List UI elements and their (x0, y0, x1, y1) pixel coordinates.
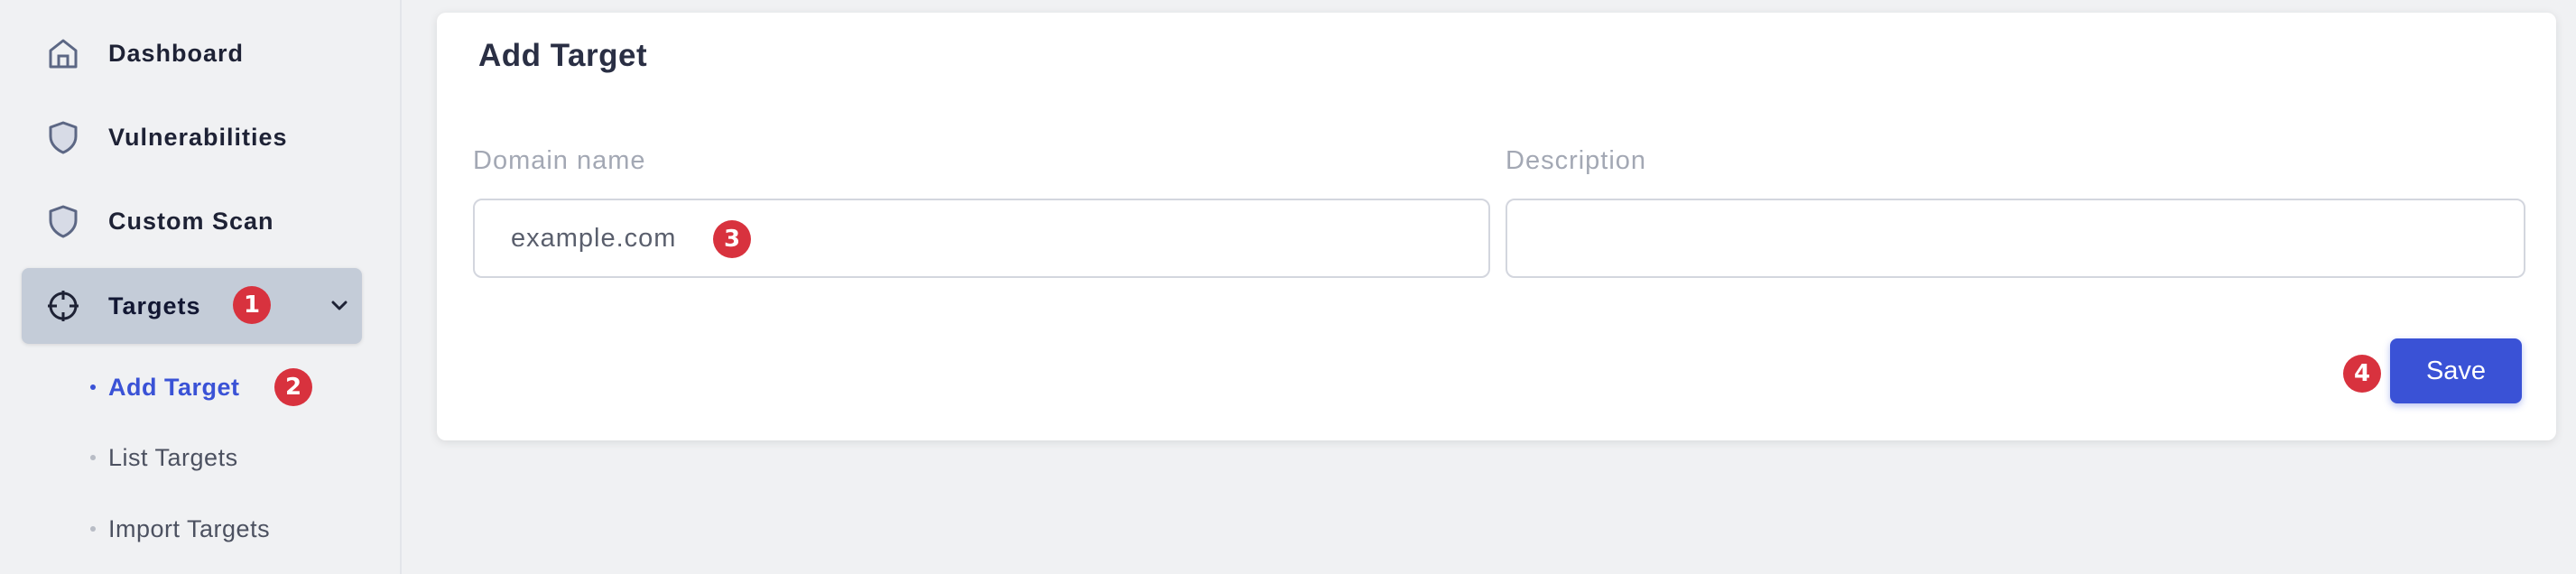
bullet-dot (90, 455, 96, 460)
sidebar-item-label: Custom Scan (108, 207, 274, 235)
sidebar-item-label: Vulnerabilities (108, 123, 288, 151)
add-target-card: Add Target Domain name 3 Description 4 S… (437, 13, 2556, 440)
sidebar-item-label: Dashboard (108, 39, 245, 67)
save-button[interactable]: Save (2390, 338, 2522, 403)
bullet-dot (90, 526, 96, 532)
sidebar-item-vulnerabilities[interactable]: Vulnerabilities (22, 99, 362, 175)
sidebar-subitem-list-targets[interactable]: List Targets (90, 438, 238, 477)
domain-name-label: Domain name (473, 146, 646, 175)
sidebar-subitem-label: List Targets (108, 443, 238, 471)
description-label: Description (1506, 146, 1647, 175)
sidebar-item-custom-scan[interactable]: Custom Scan (22, 183, 362, 259)
sidebar-subitem-label: Import Targets (108, 514, 271, 542)
sidebar-subitem-import-targets[interactable]: Import Targets (90, 509, 271, 549)
sidebar-subitem-label: Add Target (108, 373, 240, 401)
page-title: Add Target (478, 38, 648, 73)
step-badge: 4 (2343, 355, 2381, 393)
step-badge: 2 (274, 368, 312, 406)
step-badge: 3 (713, 220, 751, 258)
sidebar-item-label: Targets (108, 292, 201, 319)
domain-name-input[interactable] (473, 199, 1490, 278)
description-input[interactable] (1506, 199, 2525, 278)
sidebar-subitem-add-target[interactable]: Add Target 2 (90, 367, 312, 407)
bullet-dot (90, 384, 96, 390)
step-badge: 1 (233, 286, 271, 324)
chevron-down-icon[interactable] (329, 295, 350, 317)
shield-icon (49, 121, 78, 154)
shield-icon (49, 205, 78, 238)
sidebar-item-targets[interactable]: Targets 1 (22, 268, 362, 344)
home-icon (49, 39, 78, 69)
sidebar: Dashboard Vulnerabilities Custom Scan Ta… (0, 0, 402, 574)
sidebar-item-dashboard[interactable]: Dashboard (22, 15, 362, 91)
crosshair-icon (48, 291, 79, 321)
